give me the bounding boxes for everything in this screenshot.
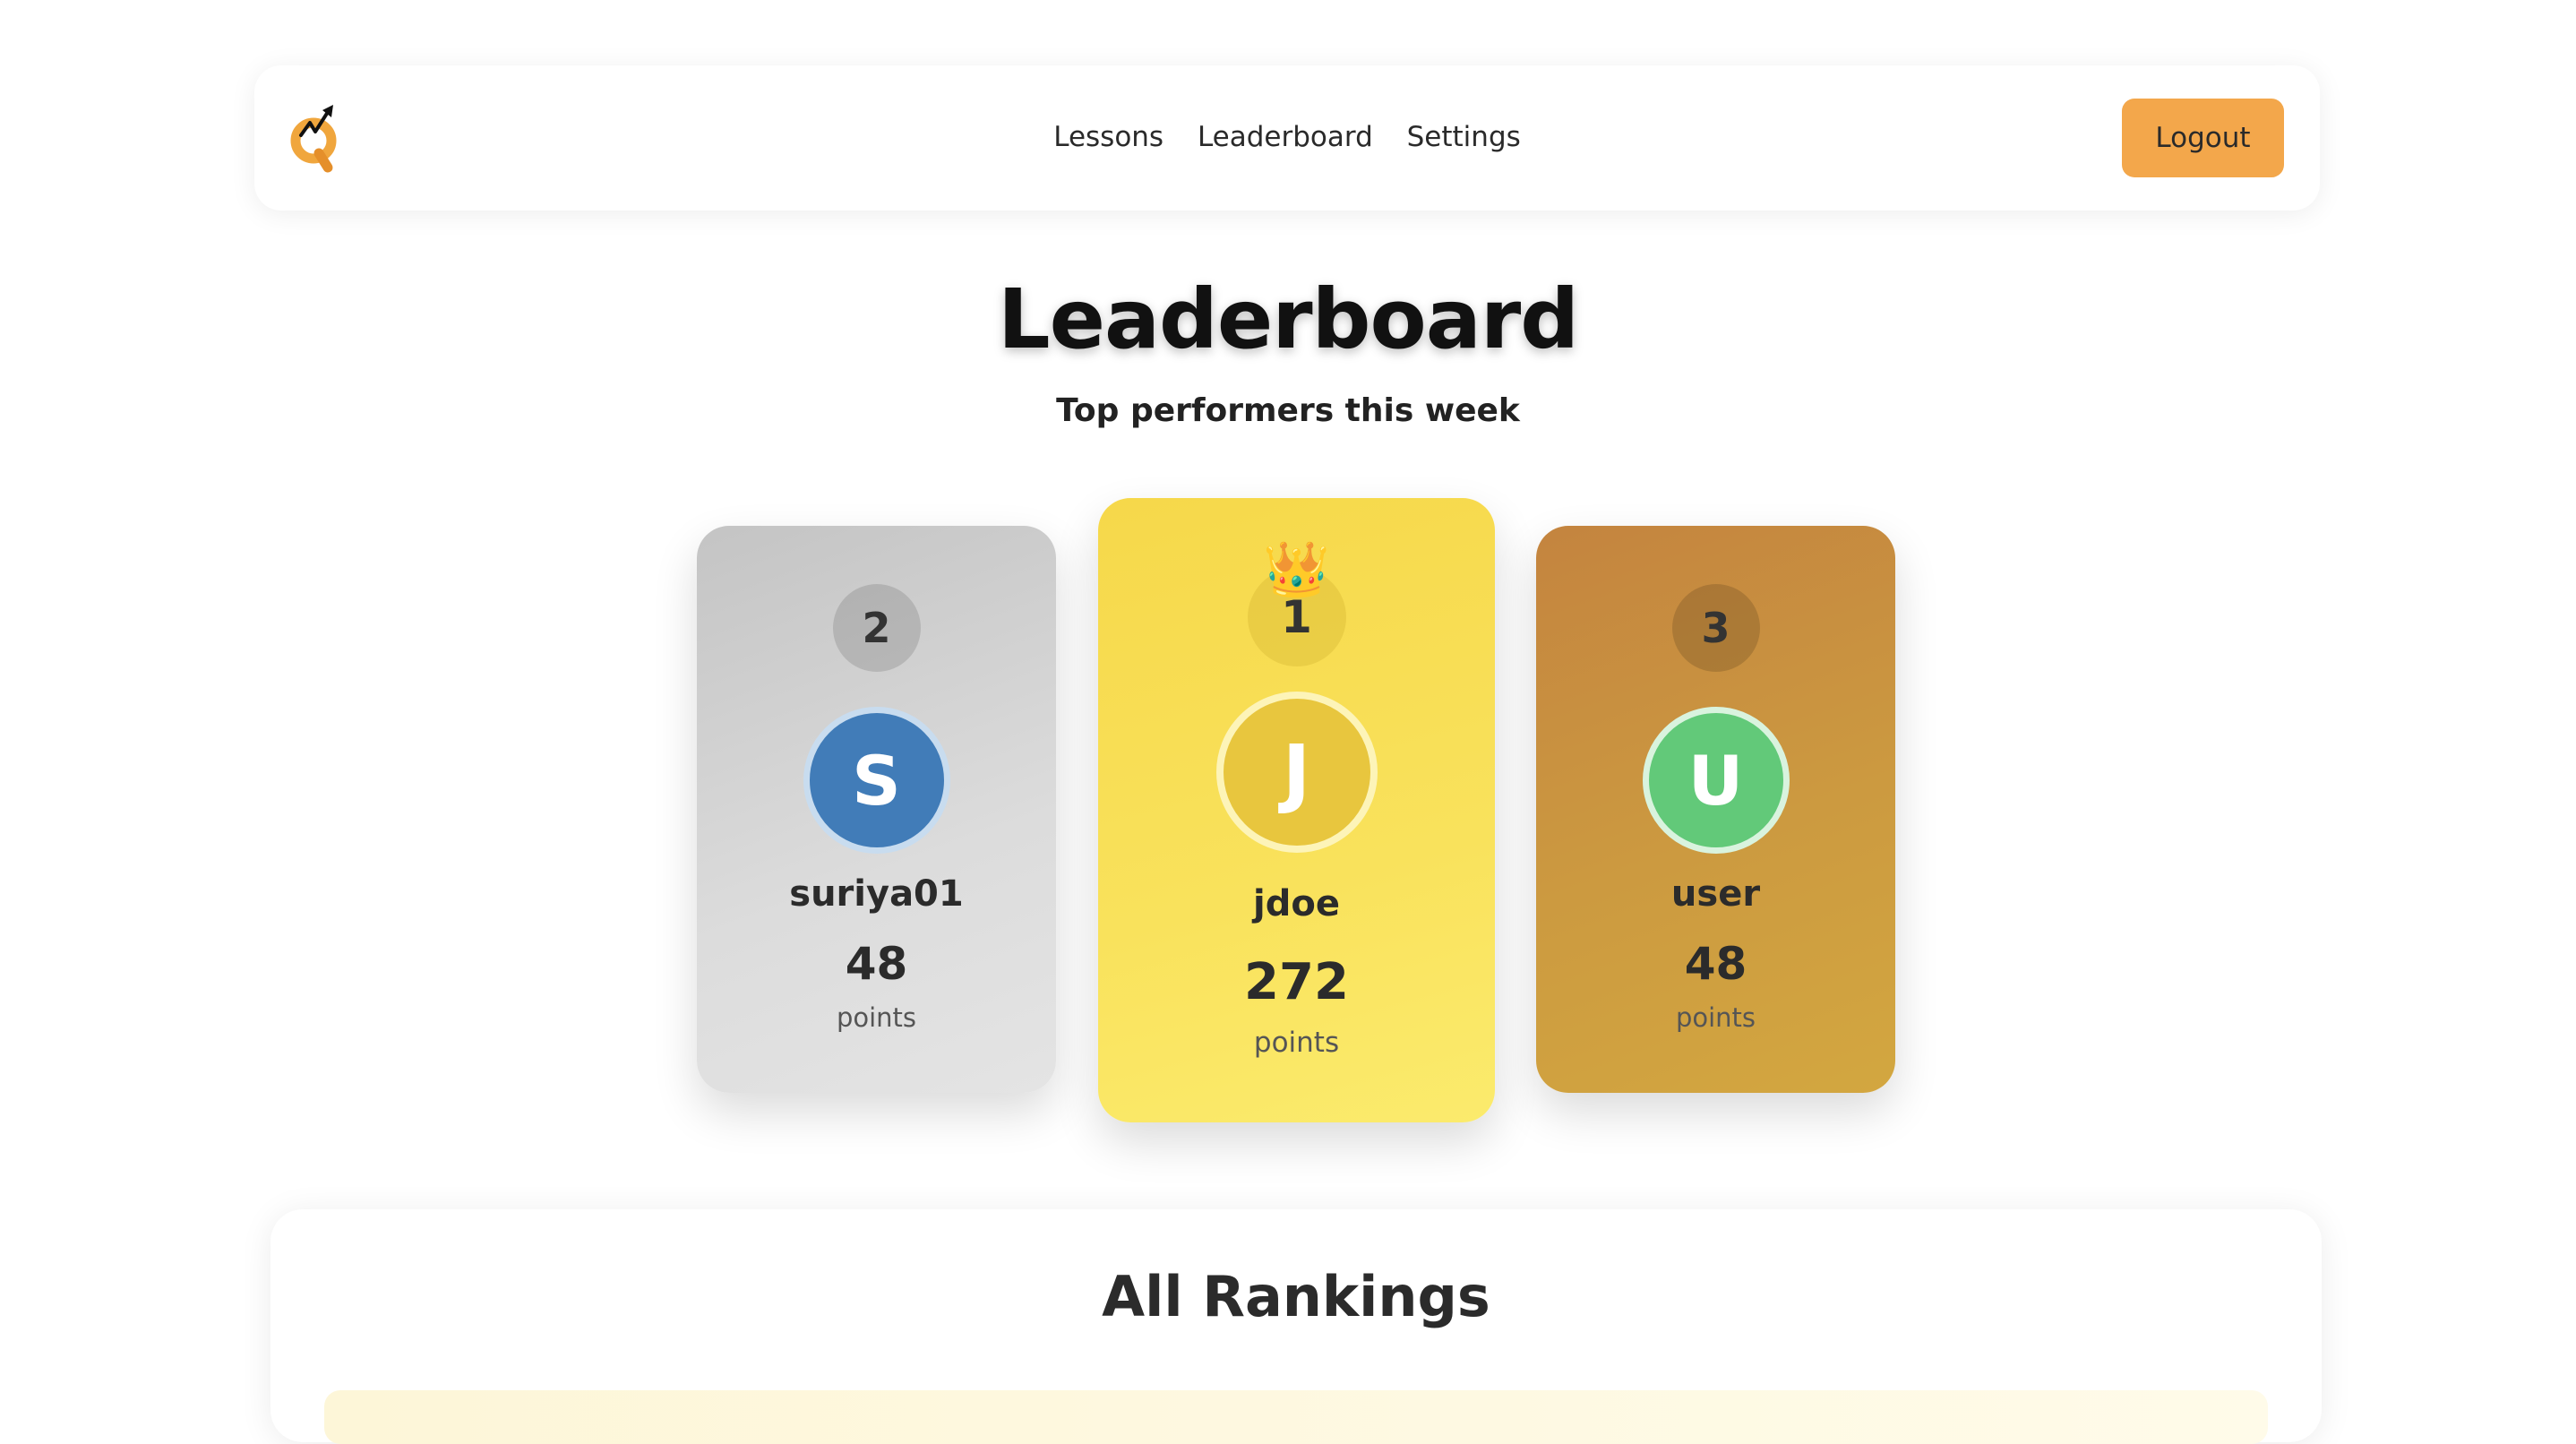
all-rankings-panel: All Rankings: [270, 1209, 2322, 1444]
points-label: points: [1253, 1027, 1340, 1059]
username: jdoe: [1253, 883, 1340, 924]
username: user: [1670, 873, 1761, 915]
rankings-title: All Rankings: [1102, 1264, 1490, 1329]
points-label: points: [1675, 1002, 1756, 1033]
points-value: 272: [1244, 953, 1349, 1011]
rank-badge: 2: [832, 584, 921, 672]
avatar: J: [1215, 692, 1378, 853]
podium-card-first: 1 👑 J jdoe 272 points: [1098, 498, 1495, 1122]
podium-card-second: 2 S suriya01 48 points: [697, 526, 1056, 1093]
points-value: 48: [845, 938, 908, 990]
rank-badge: 3: [1671, 584, 1760, 672]
podium-card-third: 3 U user 48 points: [1536, 526, 1895, 1093]
points-value: 48: [1684, 938, 1747, 990]
username: suriya01: [789, 873, 964, 915]
nav-links: Lessons Leaderboard Settings: [254, 110, 2320, 164]
points-label: points: [836, 1002, 917, 1033]
logout-button[interactable]: Logout: [2122, 99, 2284, 177]
nav-link-lessons[interactable]: Lessons: [1053, 110, 1163, 164]
page-title: Leaderboard: [997, 271, 1579, 367]
avatar: S: [803, 707, 950, 854]
nav-link-settings[interactable]: Settings: [1407, 110, 1521, 164]
ranking-row[interactable]: [324, 1390, 2268, 1444]
page-subtitle: Top performers this week: [1056, 392, 1520, 429]
avatar: U: [1642, 707, 1790, 854]
top-navbar: Lessons Leaderboard Settings Logout: [254, 65, 2320, 211]
nav-link-leaderboard[interactable]: Leaderboard: [1198, 110, 1373, 164]
crown-icon: 👑: [1263, 538, 1330, 601]
